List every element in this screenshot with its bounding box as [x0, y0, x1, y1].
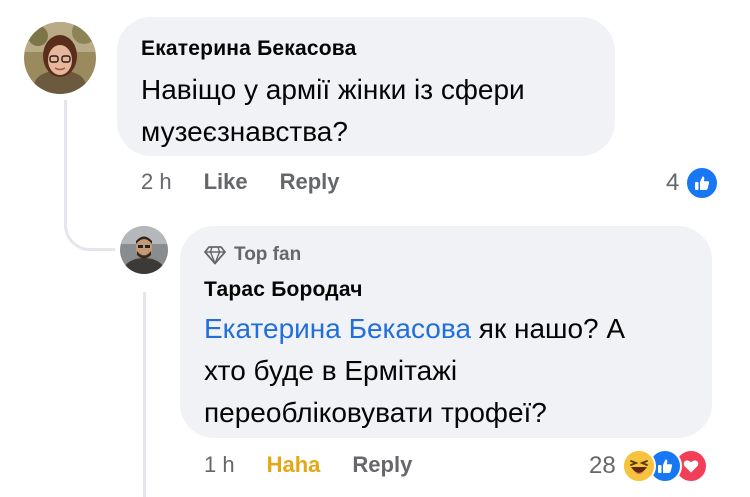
top-fan-badge: Top fan — [204, 242, 712, 268]
like-icon — [685, 166, 720, 200]
comment-actions: 2 h Like Reply — [141, 168, 372, 196]
avatar[interactable] — [24, 22, 96, 94]
reply-author[interactable]: Тарас Бородач — [204, 276, 712, 304]
reply-actions: 1 h Haha Reply — [204, 451, 444, 479]
comment-timestamp[interactable]: 2 h — [141, 169, 172, 195]
comment-text-line: музеєзнавства? — [141, 116, 348, 147]
comment-bubble: Екатерина Бекасова Навіщо у армії жінки … — [117, 17, 615, 156]
thread-connector — [64, 100, 115, 251]
reply-button[interactable]: Reply — [280, 169, 340, 195]
reply-text-line: хто буде в Ермітажі — [204, 355, 458, 386]
reply-text-line: як нашо? А — [471, 313, 626, 344]
reply-bubble: Top fan Тарас Бородач Екатерина Бекасова… — [180, 226, 712, 438]
reaction-summary[interactable]: 28 — [589, 449, 708, 483]
reply-button[interactable]: Reply — [352, 452, 412, 478]
haha-reaction-button[interactable]: Haha — [267, 452, 321, 478]
reply-text: Екатерина Бекасова як нашо? А хто буде в… — [204, 308, 712, 434]
reaction-count: 4 — [666, 169, 680, 196]
reply-thread-line — [143, 292, 146, 497]
like-button[interactable]: Like — [204, 169, 248, 195]
reaction-summary[interactable]: 4 — [666, 166, 720, 200]
comment-text-line: Навіщо у армії жінки із сфери — [141, 74, 525, 105]
avatar[interactable] — [120, 226, 168, 274]
reply-text-line: переобліковувати трофеї? — [204, 397, 547, 428]
diamond-icon — [204, 246, 226, 265]
top-fan-label: Top fan — [234, 244, 302, 265]
comment-text: Навіщо у армії жінки із сфери музеєзнавс… — [141, 69, 615, 153]
haha-icon — [621, 449, 656, 483]
reaction-count: 28 — [589, 452, 616, 479]
mention-link[interactable]: Екатерина Бекасова — [204, 313, 471, 344]
comment-author[interactable]: Екатерина Бекасова — [141, 35, 615, 63]
reply-timestamp[interactable]: 1 h — [204, 452, 235, 478]
